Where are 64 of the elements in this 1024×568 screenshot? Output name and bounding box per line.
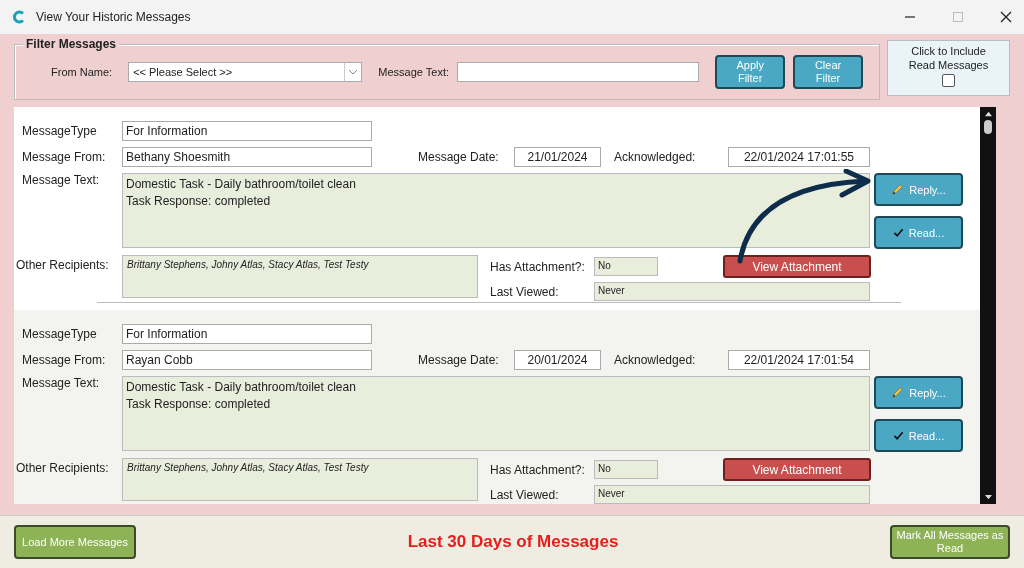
acknowledged-field: 22/01/2024 17:01:55 xyxy=(728,147,870,167)
other-recipients-field: Brittany Stephens, Johny Atlas, Stacy Atlas, Test Testy xyxy=(122,458,478,501)
reply-button[interactable]: Reply... xyxy=(874,173,963,206)
load-more-button[interactable]: Load More Messages xyxy=(14,525,136,559)
message-date-field: 20/01/2024 xyxy=(514,350,601,370)
close-icon[interactable] xyxy=(1000,11,1012,23)
pencil-icon xyxy=(891,386,905,399)
filter-title: Filter Messages xyxy=(23,37,120,51)
read-button[interactable]: Read... xyxy=(874,216,963,249)
has-attachment-label: Has Attachment?: xyxy=(490,259,586,274)
has-attachment-field: No xyxy=(594,460,658,479)
pencil-icon xyxy=(891,183,905,196)
chevron-down-icon xyxy=(348,69,359,75)
message-text-line: Task Response: completed xyxy=(126,396,272,413)
last-viewed-label: Last Viewed: xyxy=(490,487,560,502)
other-recipients-field: Brittany Stephens, Johny Atlas, Stacy Atlas, Test Testy xyxy=(122,255,478,298)
checkmark-icon xyxy=(892,430,904,441)
scroll-down-icon[interactable] xyxy=(983,494,993,501)
has-attachment-label: Has Attachment?: xyxy=(490,462,586,477)
message-type-label: MessageType xyxy=(22,124,98,138)
message-text-field[interactable] xyxy=(457,62,700,82)
scrollbar[interactable] xyxy=(980,107,996,504)
acknowledged-field: 22/01/2024 17:01:54 xyxy=(728,350,870,370)
mark-all-read-button[interactable]: Mark All Messages as Read xyxy=(890,525,1010,559)
message-text-label: Message Text: xyxy=(378,66,450,78)
acknowledged-label: Acknowledged: xyxy=(614,353,697,367)
last-viewed-field: Never xyxy=(594,485,870,504)
reply-button[interactable]: Reply... xyxy=(874,376,963,409)
message-text-line: Domestic Task - Daily bathroom/toilet clean xyxy=(126,379,357,396)
include-read-checkbox[interactable] xyxy=(942,73,955,87)
view-attachment-button[interactable]: View Attachment xyxy=(723,458,871,481)
message-date-label: Message Date: xyxy=(418,353,500,367)
message-from-label: Message From: xyxy=(22,353,107,367)
apply-filter-button[interactable]: Apply Filter xyxy=(715,55,786,89)
last-viewed-label: Last Viewed: xyxy=(490,284,560,299)
message-date-label: Message Date: xyxy=(418,150,500,164)
other-recipients-label: Other Recipients: xyxy=(16,461,110,475)
message-text-line: Task Response: completed xyxy=(126,193,272,210)
scroll-thumb[interactable] xyxy=(984,120,992,134)
message-from-label: Message From: xyxy=(22,150,107,164)
message-text-line: Domestic Task - Daily bathroom/toilet clean xyxy=(126,176,357,193)
include-read-label: Click to Include Read Messages xyxy=(907,45,990,73)
window-title: View Your Historic Messages xyxy=(36,10,191,24)
message-date-field: 21/01/2024 xyxy=(514,147,601,167)
message-text-label: Message Text: xyxy=(22,173,101,187)
scroll-up-icon[interactable] xyxy=(983,110,993,117)
other-recipients-label: Other Recipients: xyxy=(16,258,110,272)
message-text-label: Message Text: xyxy=(22,376,101,390)
read-button[interactable]: Read... xyxy=(874,419,963,452)
clear-filter-button[interactable]: Clear Filter xyxy=(793,55,863,89)
message-type-field: For Information xyxy=(122,121,372,141)
has-attachment-field: No xyxy=(594,257,658,276)
footer-caption: Last 30 Days of Messages xyxy=(406,532,620,552)
last-viewed-field: Never xyxy=(594,282,870,301)
from-name-label: From Name: xyxy=(51,66,113,78)
acknowledged-label: Acknowledged: xyxy=(614,150,697,164)
message-type-label: MessageType xyxy=(22,327,98,341)
view-attachment-button[interactable]: View Attachment xyxy=(723,255,871,278)
checkmark-icon xyxy=(892,227,904,238)
message-from-field: Rayan Cobb xyxy=(122,350,372,370)
message-from-field: Bethany Shoesmith xyxy=(122,147,372,167)
app-logo-icon xyxy=(12,10,26,24)
message-type-field: For Information xyxy=(122,324,372,344)
from-name-dropdown[interactable]: << Please Select >> xyxy=(128,62,363,82)
